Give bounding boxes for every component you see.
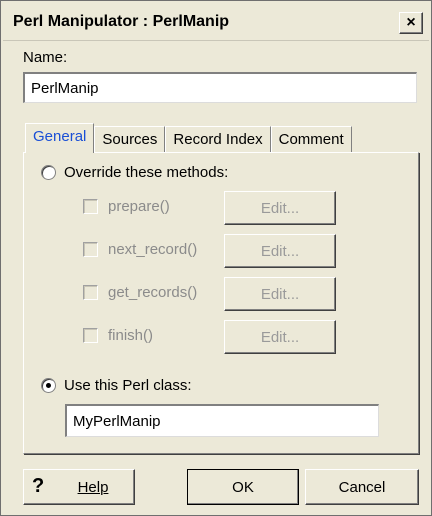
- help-label: Help: [77, 478, 109, 496]
- help-button[interactable]: ? Help: [23, 469, 135, 505]
- override-methods-option[interactable]: Override these methods:: [41, 164, 228, 181]
- name-label: Name:: [23, 49, 68, 66]
- title-bar: Perl Manipulator : PerlManip ×: [3, 3, 429, 41]
- edit-next-record-button[interactable]: Edit...: [224, 234, 336, 268]
- finish-checkbox[interactable]: [83, 328, 98, 343]
- tab-general[interactable]: General: [25, 123, 95, 153]
- question-mark-icon: ?: [32, 475, 45, 497]
- get-records-checkbox[interactable]: [83, 285, 98, 300]
- use-perl-class-radio[interactable]: [41, 378, 56, 393]
- perl-manipulator-dialog: Perl Manipulator : PerlManip × Name: Gen…: [0, 0, 432, 516]
- method-row-prepare: prepare(): [83, 198, 170, 215]
- tab-sources[interactable]: Sources: [94, 126, 166, 153]
- cancel-button[interactable]: Cancel: [305, 469, 419, 505]
- perl-class-input[interactable]: [65, 404, 379, 437]
- prepare-checkbox[interactable]: [83, 199, 98, 214]
- next-record-label: next_record(): [108, 241, 198, 258]
- method-row-finish: finish(): [83, 327, 153, 344]
- edit-finish-button[interactable]: Edit...: [224, 320, 336, 354]
- prepare-label: prepare(): [108, 198, 170, 215]
- use-perl-class-label: Use this Perl class:: [64, 377, 192, 394]
- override-methods-label: Override these methods:: [64, 164, 229, 181]
- next-record-checkbox[interactable]: [83, 242, 98, 257]
- method-row-get-records: get_records(): [83, 284, 197, 301]
- close-button[interactable]: ×: [399, 12, 423, 34]
- method-row-next-record: next_record(): [83, 241, 197, 258]
- get-records-label: get_records(): [108, 284, 198, 301]
- tab-bar: General Sources Record Index Comment: [25, 123, 352, 153]
- ok-button[interactable]: OK: [187, 469, 299, 505]
- edit-prepare-button[interactable]: Edit...: [224, 191, 336, 225]
- name-input[interactable]: [23, 72, 417, 103]
- tab-comment[interactable]: Comment: [270, 126, 352, 153]
- override-methods-radio[interactable]: [41, 165, 56, 180]
- tab-record-index[interactable]: Record Index: [165, 126, 271, 153]
- edit-get-records-button[interactable]: Edit...: [224, 277, 336, 311]
- finish-label: finish(): [108, 327, 154, 344]
- use-perl-class-option[interactable]: Use this Perl class:: [41, 377, 192, 394]
- window-title: Perl Manipulator : PerlManip: [13, 13, 230, 30]
- close-icon: ×: [406, 13, 416, 31]
